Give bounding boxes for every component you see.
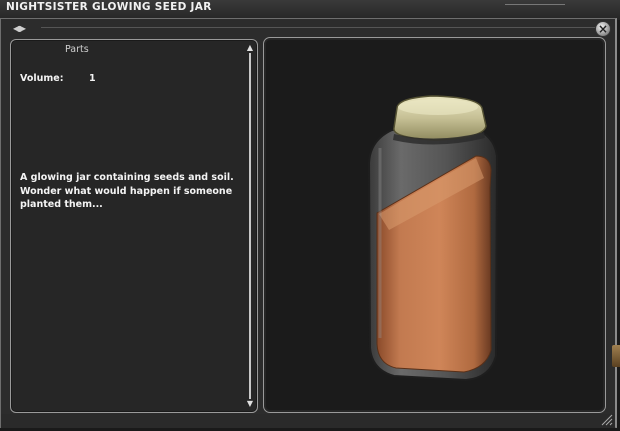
close-button[interactable]: × xyxy=(595,21,611,37)
title-divider xyxy=(41,27,601,28)
window-title: NIGHTSISTER GLOWING SEED JAR xyxy=(6,1,212,13)
info-panel: Parts Volume: 1 A glowing jar containing… xyxy=(10,39,258,413)
nav-arrows-icon[interactable]: ◂●▸ xyxy=(13,24,26,33)
resize-grip-icon[interactable] xyxy=(601,414,613,426)
close-icon: × xyxy=(597,22,609,36)
scroll-up-icon[interactable]: ▲ xyxy=(245,44,255,52)
item-preview-panel[interactable] xyxy=(263,37,606,413)
examine-window: ◂●▸ × Parts Volume: 1 A glowing jar cont… xyxy=(0,18,617,428)
volume-value: 1 xyxy=(89,73,96,84)
info-scrollbar[interactable]: ▲ ▼ xyxy=(245,44,255,408)
scroll-down-icon[interactable]: ▼ xyxy=(245,400,255,408)
volume-label: Volume: xyxy=(20,73,64,84)
background-scene xyxy=(505,0,565,5)
parts-label: Parts xyxy=(65,44,89,55)
window-bottom-bar xyxy=(1,414,615,428)
background-scene-edge xyxy=(612,345,620,367)
item-description: A glowing jar containing seeds and soil.… xyxy=(20,172,234,210)
scroll-track[interactable] xyxy=(249,53,251,399)
jar-icon xyxy=(367,95,499,382)
window-title-bar[interactable]: NIGHTSISTER GLOWING SEED JAR xyxy=(0,0,620,20)
